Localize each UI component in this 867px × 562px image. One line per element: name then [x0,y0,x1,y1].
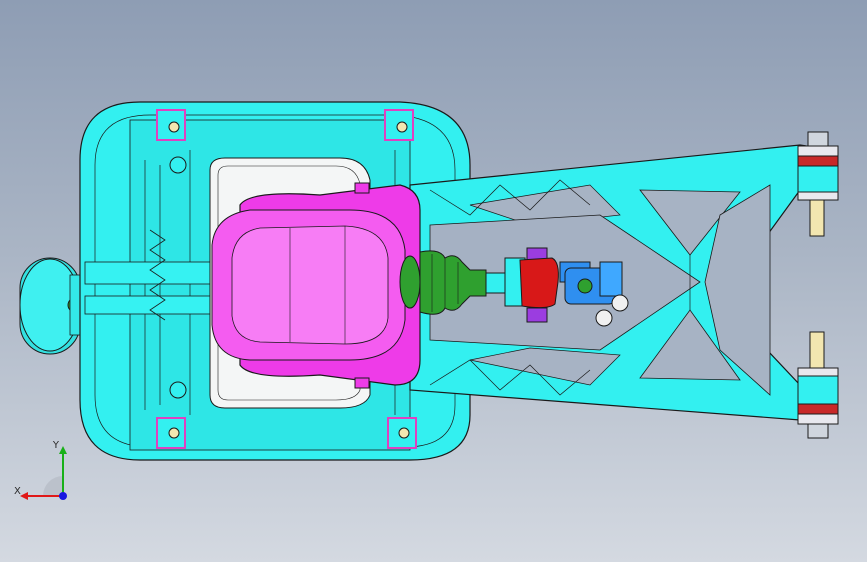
bolt-pocket-bottom-left [156,417,186,449]
bolt-pocket-top-left [156,109,186,141]
shifter-assembly-model[interactable] [0,0,867,562]
y-axis-label: Y [52,440,60,451]
bolt-pocket-top-right [384,109,414,141]
shift-boot[interactable] [211,182,421,389]
right-bushings[interactable] [797,131,839,439]
x-axis-arrow [20,492,28,500]
lower-bushing [797,331,839,439]
x-axis-label: X [14,486,21,497]
y-axis-arrow [59,446,67,454]
upper-bushing [797,131,839,237]
z-axis-dot [59,492,67,500]
bolt-pocket-bottom-right [387,417,417,449]
cad-viewport[interactable]: Y X [0,0,867,562]
coordinate-triad-icon: Y X [14,440,67,500]
